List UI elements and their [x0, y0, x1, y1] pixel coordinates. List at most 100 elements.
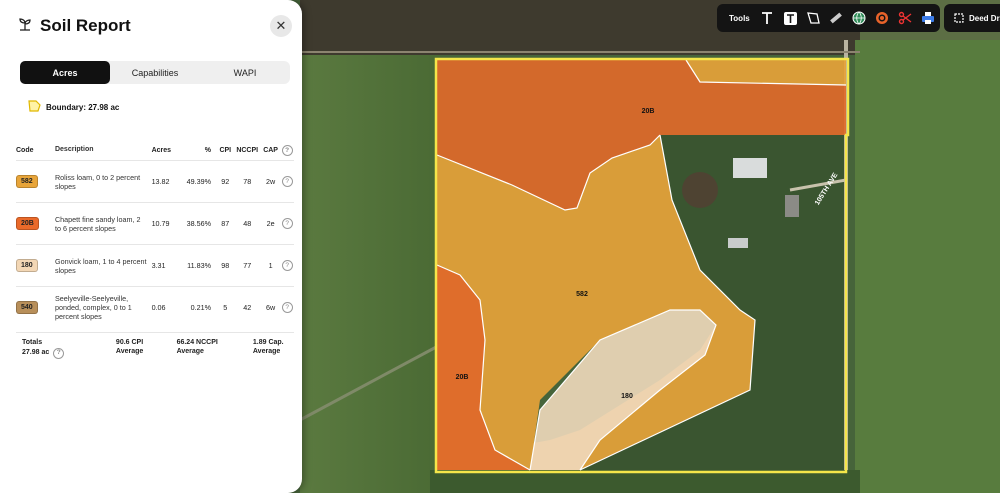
field-right [855, 40, 1000, 493]
totals-acres-cell: Totals 27.98 ac ? [16, 339, 116, 372]
print-tool-button[interactable] [917, 4, 940, 32]
soil-percent: 38.56% [186, 219, 211, 228]
soil-nccpi: 77 [243, 261, 252, 270]
soil-cap: 6w [265, 303, 276, 312]
header-cpi: CPI [219, 146, 232, 154]
close-icon: ✕ [275, 18, 287, 33]
totals-cpi: 90.6 CPI Average [116, 339, 177, 372]
totals-cap: 1.89 Cap. Average [253, 339, 294, 372]
soil-description: Roliss loam, 0 to 2 percent slopes [54, 172, 141, 191]
help-icon[interactable]: ? [281, 176, 293, 187]
farm-building-small [785, 195, 799, 217]
header-code: Code [16, 146, 34, 154]
totals-cpi-value: 90.6 CPI [115, 339, 144, 346]
soil-percent: 0.21% [190, 303, 211, 312]
table-header: Code Description Acres % CPI NCCPI CAP ? [16, 140, 294, 160]
header-percent: % [204, 146, 211, 154]
farm-shed [728, 238, 748, 248]
totals-nccpi-sub: Average [176, 347, 204, 355]
header-cap: CAP [263, 146, 278, 154]
zone-label-20b-left: 20B [456, 374, 469, 381]
soil-cpi: 87 [221, 219, 230, 228]
ruler-tool-button[interactable] [825, 4, 848, 32]
totals-nccpi: 66.24 NCCPI Average [177, 339, 253, 372]
panel-header: Soil Report [18, 16, 131, 36]
polygon-tool-button[interactable] [802, 4, 825, 32]
totals-cpi-sub: Average [115, 347, 144, 355]
text-icon [762, 12, 773, 24]
totals-label: Totals [22, 339, 43, 346]
table-row[interactable]: 540 Seelyeville-Seelyeville, ponded, com… [16, 286, 294, 328]
header-description: Description [54, 145, 94, 153]
text-box-tool-button[interactable] [779, 4, 802, 32]
text-box-icon [783, 11, 797, 25]
globe-icon [852, 11, 866, 25]
farm-building [733, 158, 767, 178]
scissors-tool-button[interactable] [894, 4, 917, 32]
zone-label-20b-top: 20B [642, 108, 655, 115]
totals-nccpi-value: 66.24 NCCPI [176, 339, 218, 346]
soil-nccpi: 78 [243, 177, 252, 186]
soil-table: Code Description Acres % CPI NCCPI CAP ?… [16, 140, 294, 328]
help-icon[interactable]: ? [281, 218, 293, 229]
soil-plant-icon [18, 17, 32, 36]
boundary-shape-icon [28, 100, 41, 114]
target-tool-button[interactable] [871, 4, 894, 32]
soil-acres: 13.82 [151, 177, 170, 186]
soil-acres: 3.31 [151, 261, 166, 270]
panel-title: Soil Report [40, 16, 131, 35]
soil-cpi: 92 [221, 177, 230, 186]
frame-icon [954, 13, 964, 23]
deed-draw-button[interactable]: Deed Dra [944, 4, 1000, 32]
header-acres: Acres [151, 146, 172, 154]
deed-draw-label: Deed Dra [969, 13, 1000, 23]
zone-label-180: 180 [621, 393, 633, 400]
help-icon[interactable]: ? [281, 144, 293, 156]
polygon-icon [807, 12, 821, 24]
soil-cap: 2e [266, 219, 275, 228]
tab-bar: Acres Capabilities WAPI [20, 61, 290, 84]
zone-582-top-right [686, 60, 846, 85]
ruler-icon [830, 12, 843, 24]
farm-yard [682, 172, 718, 208]
soil-description: Gonvick loam, 1 to 4 percent slopes [54, 256, 147, 275]
soil-cap: 1 [268, 261, 273, 270]
tab-capabilities[interactable]: Capabilities [110, 61, 200, 84]
help-icon[interactable]: ? [281, 260, 293, 271]
soil-code-badge: 582 [16, 175, 38, 188]
totals-cap-sub: Average [252, 347, 281, 355]
boundary-label: Boundary: 27.98 ac [46, 102, 120, 112]
text-tool-button[interactable] [756, 4, 779, 32]
soil-acres: 0.06 [151, 303, 166, 312]
help-icon[interactable]: ? [53, 347, 65, 359]
soil-nccpi: 48 [243, 219, 252, 228]
totals-cap-value: 1.89 Cap. [252, 339, 284, 346]
zone-label-582: 582 [576, 291, 588, 298]
soil-description: Chapett fine sandy loam, 2 to 6 percent … [54, 214, 141, 233]
tab-wapi[interactable]: WAPI [200, 61, 290, 84]
print-icon [922, 12, 935, 24]
soil-percent: 11.83% [187, 261, 211, 270]
tools-toolbar: Tools [717, 4, 940, 32]
soil-cpi: 5 [223, 303, 228, 312]
soil-description: Seelyeville-Seelyeville, ponded, complex… [54, 294, 132, 321]
totals-acres: 27.98 ac [22, 348, 50, 356]
soil-report-panel: Soil Report ✕ Acres Capabilities WAPI Bo… [0, 0, 302, 493]
table-row[interactable]: 20B Chapett fine sandy loam, 2 to 6 perc… [16, 202, 294, 244]
soil-code-badge: 180 [16, 259, 38, 272]
soil-code-badge: 20B [16, 217, 39, 230]
close-button[interactable]: ✕ [270, 15, 292, 37]
soil-acres: 10.79 [151, 219, 170, 228]
tab-acres[interactable]: Acres [20, 61, 110, 84]
soil-nccpi: 42 [243, 303, 252, 312]
soil-cap: 2w [265, 177, 276, 186]
help-icon[interactable]: ? [281, 302, 293, 313]
table-row[interactable]: 582 Roliss loam, 0 to 2 percent slopes 1… [16, 160, 294, 202]
globe-tool-button[interactable] [848, 4, 871, 32]
boundary-summary: Boundary: 27.98 ac [28, 100, 119, 114]
totals-row: Totals 27.98 ac ? 90.6 CPI Average 66.24… [16, 332, 294, 372]
field-left [300, 55, 440, 493]
soil-cpi: 98 [221, 261, 230, 270]
table-row[interactable]: 180 Gonvick loam, 1 to 4 percent slopes … [16, 244, 294, 286]
tools-label: Tools [729, 13, 750, 23]
